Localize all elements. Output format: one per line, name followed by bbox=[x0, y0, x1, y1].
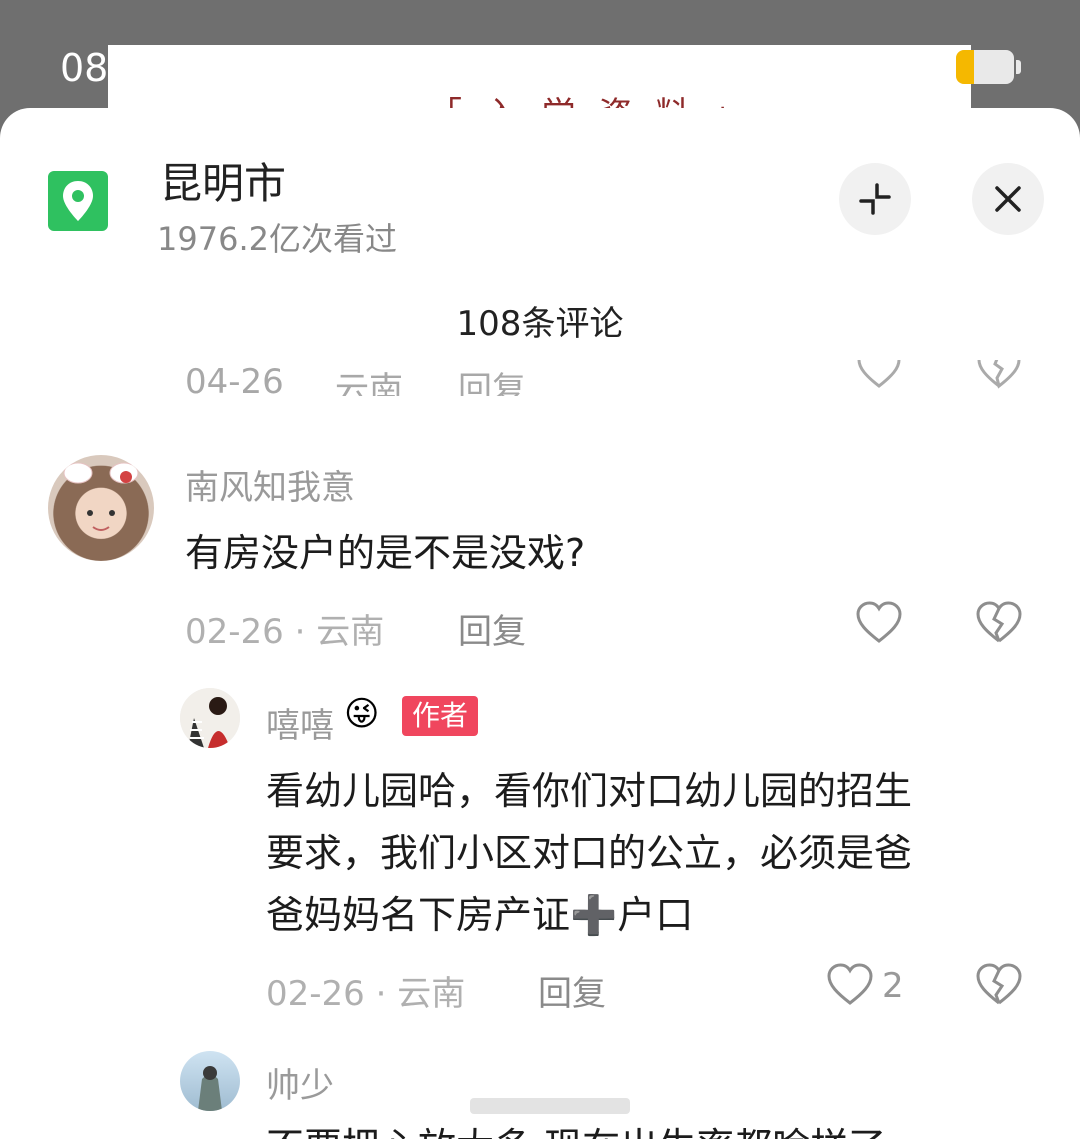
comment-text-line[interactable]: 要求，我们小区对口的公立，必须是爸 bbox=[266, 822, 912, 884]
emoji: 😜 bbox=[344, 694, 380, 734]
reply-button[interactable]: 回复 bbox=[458, 604, 526, 653]
reply-button[interactable]: 回复 bbox=[538, 966, 606, 1015]
comment-text-line[interactable]: 看幼儿园哈，看你们对口幼儿园的招生 bbox=[266, 760, 912, 822]
avatar[interactable] bbox=[180, 688, 240, 748]
location-pin-icon[interactable] bbox=[48, 171, 108, 231]
close-button[interactable] bbox=[972, 163, 1044, 235]
close-icon bbox=[995, 186, 1021, 212]
dislike-icon bbox=[977, 360, 1021, 389]
battery-nub bbox=[1016, 60, 1021, 74]
collapse-icon bbox=[859, 183, 891, 215]
view-count: 1976.2亿次看过 bbox=[157, 220, 397, 258]
collapse-button[interactable] bbox=[839, 163, 911, 235]
avatar[interactable] bbox=[48, 455, 154, 561]
comment-date-region: 02-26 · 云南 bbox=[185, 612, 385, 652]
comment-author[interactable]: 帅少 bbox=[266, 1058, 334, 1107]
battery-icon bbox=[956, 50, 1014, 84]
dislike-icon[interactable] bbox=[975, 600, 1023, 646]
comment-date-region: 02-26 · 云南 bbox=[266, 974, 466, 1014]
like-icon bbox=[857, 360, 901, 388]
cut-region: 云南 bbox=[335, 370, 403, 396]
dislike-icon[interactable] bbox=[975, 962, 1023, 1008]
comment-text[interactable]: 有房没户的是不是没戏? bbox=[185, 522, 585, 584]
watermark bbox=[470, 1098, 630, 1114]
status-time: 08 bbox=[60, 46, 109, 90]
comment-count: 108条评论 bbox=[456, 304, 624, 344]
like-count: 2 bbox=[882, 966, 904, 1006]
comment-author[interactable]: 南风知我意 bbox=[185, 460, 355, 509]
avatar[interactable] bbox=[180, 1051, 240, 1111]
location-title[interactable]: 昆明市 bbox=[160, 150, 286, 211]
previous-comment-meta: 04-26 云南 回复 bbox=[0, 360, 1080, 396]
like-icon[interactable] bbox=[826, 962, 874, 1008]
cut-date: 04-26 bbox=[185, 362, 284, 396]
comment-text-line[interactable]: 爸妈妈名下房产证➕户口 bbox=[266, 884, 693, 946]
comment-text[interactable]: 不要把心放太多 现在出生率都啥样了 bbox=[266, 1116, 886, 1139]
author-badge: 作者 bbox=[402, 696, 479, 736]
like-icon[interactable] bbox=[855, 600, 903, 646]
comment-author[interactable]: 嘻嘻 bbox=[266, 698, 334, 747]
comment-sheet: 昆明市 1976.2亿次看过 108条评论 04-26 云南 回复 南风知我意 … bbox=[0, 108, 1080, 1139]
cut-reply[interactable]: 回复 bbox=[458, 362, 526, 396]
